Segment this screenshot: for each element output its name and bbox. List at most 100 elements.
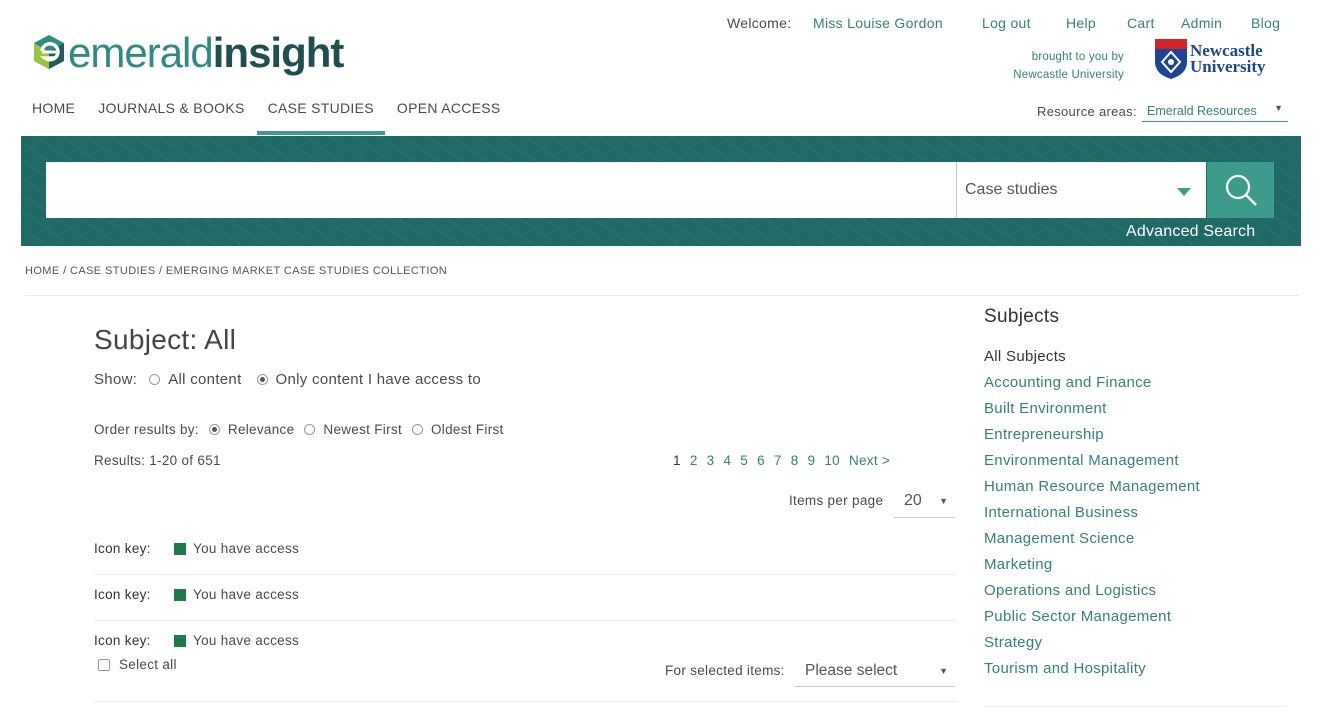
institution-name: Newcastle University [1190,41,1266,76]
radio-oldest-first[interactable] [412,424,423,435]
page-8[interactable]: 8 [791,453,799,468]
show-label: Show: [94,371,138,388]
blog-link[interactable]: Blog [1251,15,1280,31]
subject-entrepreneurship[interactable]: Entrepreneurship [984,426,1200,452]
icon-key-label: Icon key: [94,633,151,648]
subject-all[interactable]: All Subjects [984,348,1200,374]
caret-down-icon: ▼ [939,496,948,506]
order-label: Order results by: [94,422,199,437]
divider [984,706,1286,707]
resource-areas-label: Resource areas: [1037,104,1137,119]
page-2[interactable]: 2 [690,453,698,468]
subject-tourism-hospitality[interactable]: Tourism and Hospitality [984,660,1200,686]
user-name-link[interactable]: Miss Louise Gordon [813,15,943,31]
option-relevance[interactable]: Relevance [228,422,295,437]
breadcrumb-case-studies[interactable]: CASE STUDIES [70,265,156,277]
search-icon [1225,174,1257,206]
page-7[interactable]: 7 [774,453,782,468]
option-all-content[interactable]: All content [168,371,241,388]
results-count: Results: 1-20 of 651 [94,453,221,468]
nav-home[interactable]: HOME [32,100,75,116]
option-oldest-first[interactable]: Oldest First [431,422,504,437]
breadcrumb-home[interactable]: HOME [25,265,60,277]
icon-key-value: You have access [193,541,300,556]
subject-accounting-finance[interactable]: Accounting and Finance [984,374,1200,400]
items-per-page-label: Items per page [789,493,884,508]
subjects-heading: Subjects [984,306,1060,327]
page-9[interactable]: 9 [808,453,816,468]
access-square-icon [174,589,186,601]
breadcrumb-collection[interactable]: EMERGING MARKET CASE STUDIES COLLECTION [166,265,447,277]
select-all[interactable]: Select all [98,657,177,672]
triangle-down-icon [1177,188,1191,196]
divider [94,620,956,621]
radio-only-access[interactable] [256,374,268,385]
logout-link[interactable]: Log out [982,15,1031,31]
nav-open-access[interactable]: OPEN ACCESS [397,100,501,116]
items-per-page-select[interactable]: 20 ▼ [894,488,955,518]
crest-icon [1155,39,1187,79]
divider [94,574,956,575]
subject-human-resource-management[interactable]: Human Resource Management [984,478,1200,504]
subject-environmental-management[interactable]: Environmental Management [984,452,1200,478]
select-all-checkbox[interactable] [98,658,110,671]
subjects-list: All Subjects Accounting and Finance Buil… [984,348,1200,686]
order-filter: Order results by: Relevance Newest First… [94,422,514,437]
option-newest-first[interactable]: Newest First [323,422,402,437]
emerald-logo-icon [34,35,64,69]
caret-down-icon: ▼ [939,666,948,676]
cart-link[interactable]: Cart [1127,15,1155,31]
icon-key-row: Icon key: You have access [94,580,956,626]
access-square-icon [174,543,186,555]
icon-key-value: You have access [193,587,300,602]
page-10[interactable]: 10 [824,453,840,468]
bulk-action-select[interactable]: Please select ▼ [795,656,955,687]
help-link[interactable]: Help [1066,15,1096,31]
next-page-link[interactable]: Next > [849,453,890,468]
radio-all-content[interactable] [149,374,161,385]
subject-management-science[interactable]: Management Science [984,530,1200,556]
icon-key-label: Icon key: [94,587,151,602]
institution-logo: Newcastle University [1154,38,1266,80]
radio-relevance[interactable] [208,424,220,435]
page-1[interactable]: 1 [673,453,681,468]
subject-international-business[interactable]: International Business [984,504,1200,530]
page-4[interactable]: 4 [723,453,731,468]
select-all-label: Select all [119,657,177,672]
pagination: 1 2 3 4 5 6 7 8 9 10 Next > [673,453,899,468]
page-title: Subject: All [94,324,237,355]
subject-public-sector-management[interactable]: Public Sector Management [984,608,1200,634]
search-band: Case studies Advanced Search [21,136,1301,246]
advanced-search-link[interactable]: Advanced Search [1126,223,1255,241]
icon-key-row: Icon key: You have access [94,626,956,648]
search-type-select[interactable]: Case studies [956,162,1206,218]
subject-strategy[interactable]: Strategy [984,634,1200,660]
radio-newest-first[interactable] [304,424,316,435]
breadcrumb: HOME / CASE STUDIES / EMERGING MARKET CA… [25,265,448,277]
search-button[interactable] [1207,162,1274,218]
subject-marketing[interactable]: Marketing [984,556,1200,582]
show-filter: Show: All content Only content I have ac… [94,371,496,388]
nav-case-studies[interactable]: CASE STUDIES [256,100,386,135]
page-5[interactable]: 5 [740,453,748,468]
subject-operations-logistics[interactable]: Operations and Logistics [984,582,1200,608]
page-6[interactable]: 6 [757,453,765,468]
page-3[interactable]: 3 [707,453,715,468]
resource-areas-select[interactable]: Emerald Resources ▼ [1142,100,1288,122]
bulk-action-label: For selected items: [665,663,785,678]
main-nav: HOME JOURNALS & BOOKS CASE STUDIES OPEN … [32,100,524,135]
icon-key-row: Icon key: You have access [94,534,956,580]
option-only-access[interactable]: Only content I have access to [276,371,481,388]
access-square-icon [174,635,186,647]
nav-journals-books[interactable]: JOURNALS & BOOKS [98,100,244,116]
divider [94,701,956,702]
emerald-insight-logo[interactable]: emeraldinsight [32,29,344,76]
admin-link[interactable]: Admin [1181,15,1222,31]
welcome-label: Welcome: [727,15,792,31]
icon-key-value: You have access [193,633,300,648]
logo-wordmark: emeraldinsight [68,29,344,76]
search-input[interactable] [46,162,956,218]
subject-built-environment[interactable]: Built Environment [984,400,1200,426]
brought-to-you-by: brought to you by Newcastle University [1013,51,1124,81]
caret-down-icon: ▼ [1274,103,1283,113]
